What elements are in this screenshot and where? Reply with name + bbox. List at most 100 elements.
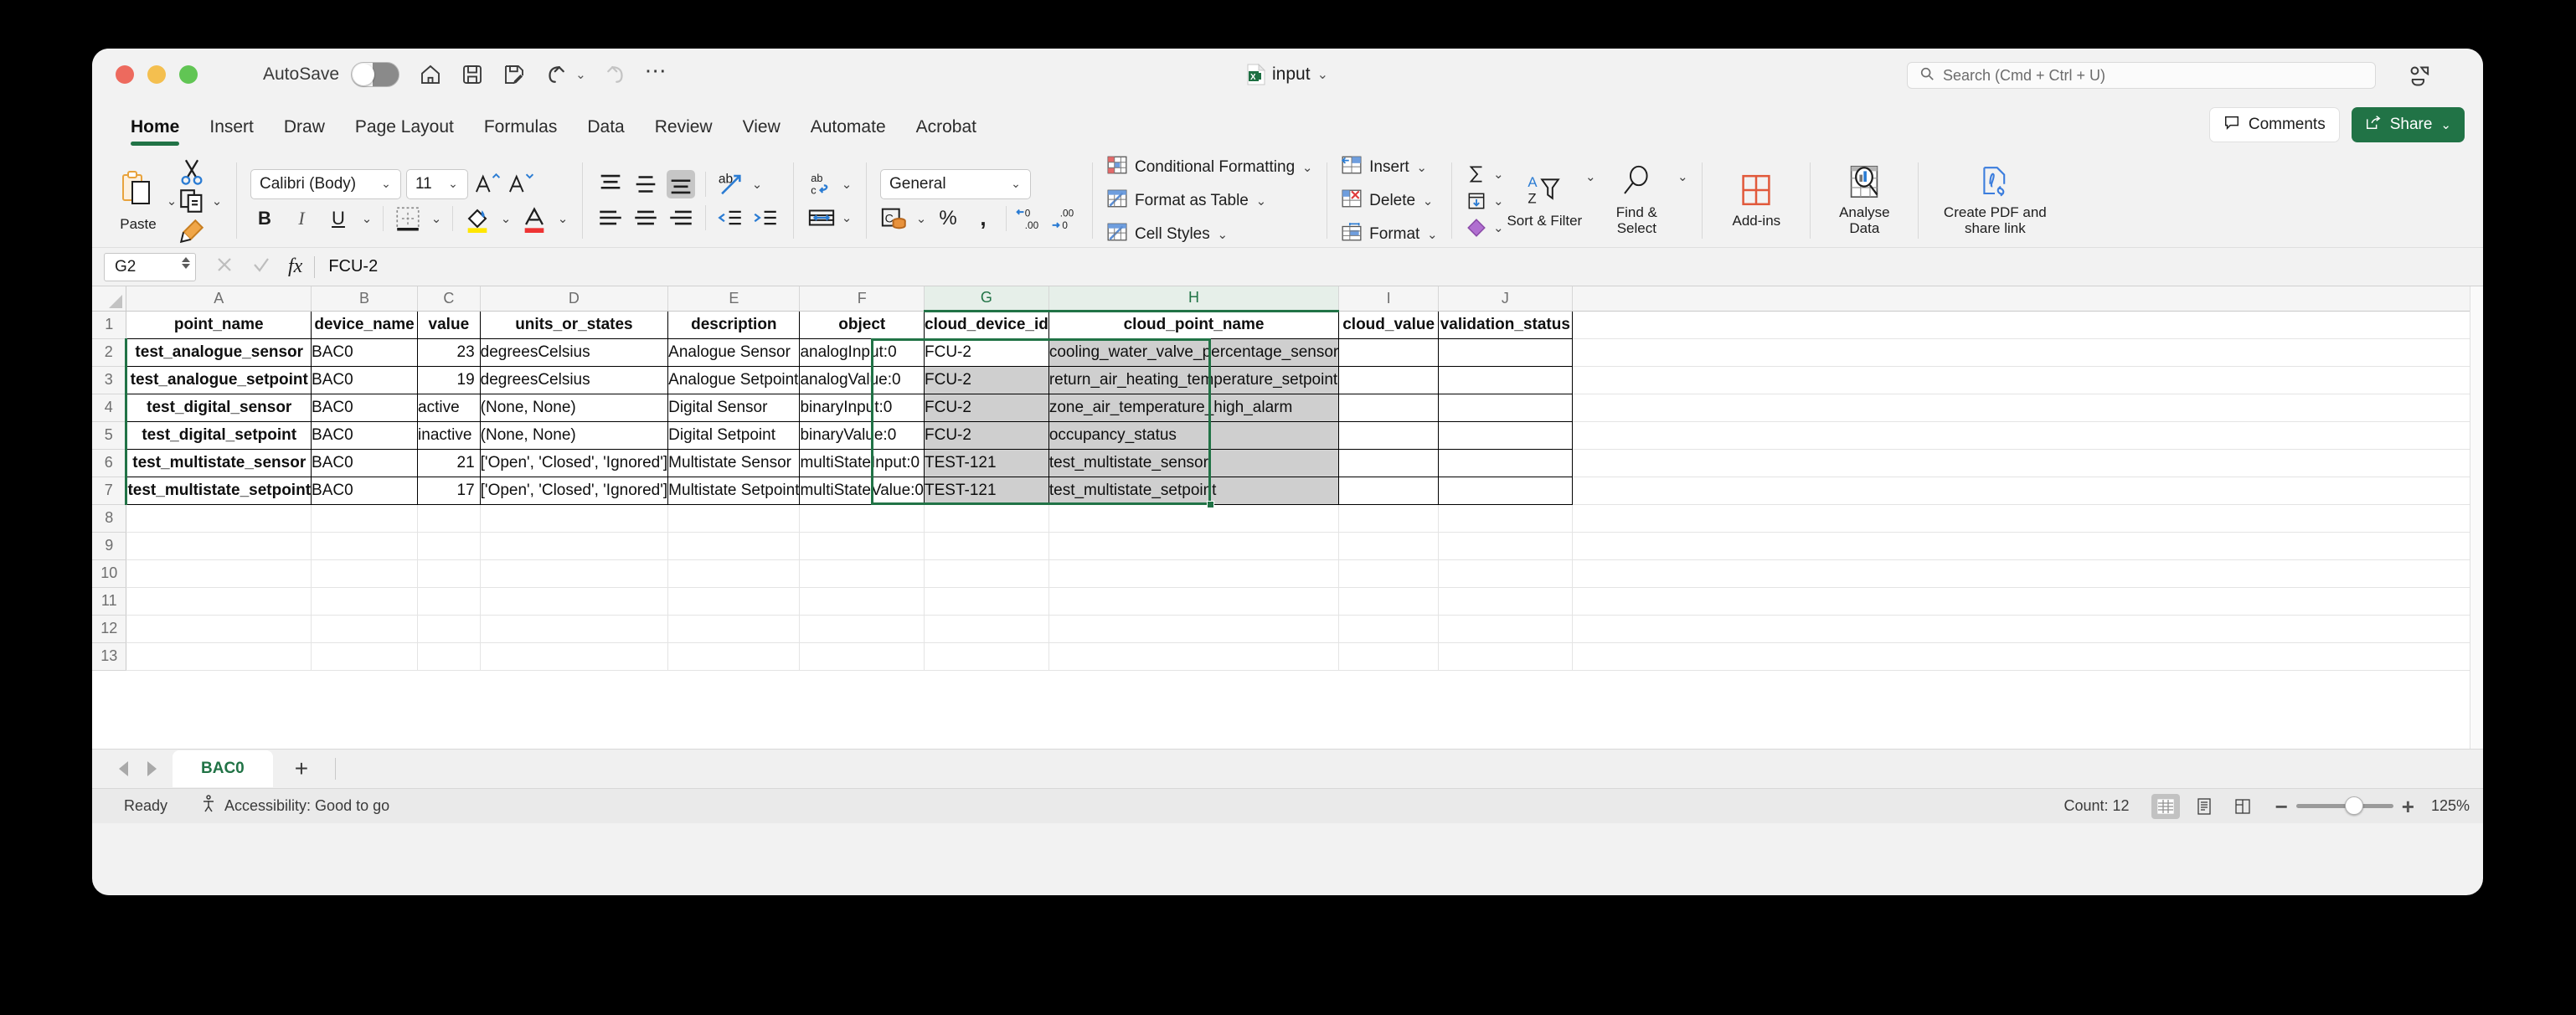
add-sheet-button[interactable]: +	[276, 757, 327, 781]
cell-c7[interactable]: 17	[417, 476, 481, 505]
cell-e12[interactable]	[667, 615, 801, 643]
cell-i12[interactable]	[1338, 615, 1440, 643]
column-header-e[interactable]: E	[667, 286, 801, 312]
cell-i10[interactable]	[1338, 559, 1440, 588]
chevron-down-icon[interactable]: ⌄	[1301, 160, 1313, 175]
cell-k8[interactable]	[1572, 504, 2483, 533]
cell-k3[interactable]	[1572, 366, 2483, 394]
cell-f12[interactable]	[799, 615, 925, 643]
cell-h12[interactable]	[1048, 615, 1340, 643]
fill-color-dropdown-caret[interactable]: ⌄	[500, 211, 512, 226]
row-header-12[interactable]: 12	[92, 615, 127, 643]
cell-c5[interactable]: inactive	[417, 420, 481, 450]
accessibility-status[interactable]: Accessibility: Good to go	[201, 795, 389, 817]
row-header-6[interactable]: 6	[92, 449, 128, 477]
cell-k2[interactable]	[1572, 338, 2483, 367]
page-layout-view-icon[interactable]	[2190, 794, 2218, 819]
cell-d13[interactable]	[480, 642, 669, 671]
cell-g2[interactable]: FCU-2	[924, 337, 1049, 367]
paste-dropdown-caret[interactable]: ⌄	[166, 193, 178, 209]
column-header-g[interactable]: G	[924, 286, 1049, 312]
cell-i11[interactable]	[1338, 587, 1440, 616]
cell-b10[interactable]	[311, 559, 419, 588]
cell-a9[interactable]	[126, 532, 312, 560]
minimize-window-button[interactable]	[147, 65, 166, 84]
cell-i7[interactable]	[1338, 476, 1440, 505]
increase-font-size-icon[interactable]	[473, 170, 502, 198]
format-as-table-button[interactable]: Format as Table ⌄	[1106, 188, 1313, 214]
cell-b9[interactable]	[311, 532, 419, 560]
cell-b5[interactable]: BAC0	[311, 420, 419, 450]
row-header-4[interactable]: 4	[92, 394, 128, 422]
comma-format-icon[interactable]: ,	[969, 204, 997, 233]
number-format-select[interactable]: General ⌄	[880, 168, 1031, 199]
sort-filter-button[interactable]: AZ Sort & Filter	[1504, 173, 1584, 229]
cell-g5[interactable]: FCU-2	[924, 420, 1049, 450]
wrap-text-dropdown-caret[interactable]: ⌄	[841, 177, 853, 192]
accounting-dropdown-caret[interactable]: ⌄	[915, 211, 927, 226]
zoom-level-label[interactable]: 125%	[2431, 797, 2470, 815]
cell-b8[interactable]	[311, 504, 419, 533]
cell-i3[interactable]	[1338, 365, 1440, 394]
decrease-decimal-icon[interactable]: .00 0	[1050, 204, 1079, 233]
cell-a12[interactable]	[126, 615, 312, 643]
chevron-down-icon[interactable]: ⌄	[1255, 193, 1267, 209]
tab-formulas[interactable]: Formulas	[469, 117, 573, 149]
cell-h6[interactable]: test_multistate_sensor	[1048, 448, 1340, 477]
font-color-dropdown-caret[interactable]: ⌄	[557, 211, 569, 226]
zoom-out-button[interactable]: −	[2275, 796, 2288, 817]
select-all-corner[interactable]	[92, 286, 127, 312]
cell-j5[interactable]	[1438, 420, 1573, 450]
cell-f1[interactable]: object	[799, 310, 925, 339]
column-header-j[interactable]: J	[1438, 286, 1573, 312]
cell-a11[interactable]	[126, 587, 312, 616]
orientation-dropdown-caret[interactable]: ⌄	[751, 177, 763, 192]
name-box-spinner[interactable]	[182, 256, 190, 269]
font-color-icon[interactable]	[520, 204, 549, 233]
cell-b3[interactable]: BAC0	[311, 365, 419, 394]
column-header-c[interactable]: C	[417, 286, 481, 312]
autosave-toggle[interactable]	[351, 62, 400, 87]
cell-k4[interactable]	[1572, 394, 2483, 422]
column-header-i[interactable]: I	[1338, 286, 1440, 312]
cell-g4[interactable]: FCU-2	[924, 393, 1049, 422]
formula-input[interactable]: FCU-2	[315, 257, 2483, 276]
align-center-icon[interactable]	[631, 204, 660, 232]
cell-c9[interactable]	[417, 532, 481, 560]
tab-view[interactable]: View	[728, 117, 796, 149]
row-header-7[interactable]: 7	[92, 477, 128, 505]
cell-h8[interactable]	[1048, 504, 1340, 533]
cell-i5[interactable]	[1338, 420, 1440, 450]
cell-e8[interactable]	[667, 504, 801, 533]
cut-icon[interactable]	[178, 157, 206, 185]
cell-e6[interactable]: Multistate Sensor	[667, 448, 801, 477]
cell-d8[interactable]	[480, 504, 669, 533]
cell-g1[interactable]: cloud_device_id	[924, 310, 1049, 339]
cell-j1[interactable]: validation_status	[1438, 310, 1573, 339]
cell-d10[interactable]	[480, 559, 669, 588]
cell-f4[interactable]: binaryInput:0	[799, 393, 925, 422]
wrap-text-icon[interactable]: ab c	[807, 170, 836, 198]
more-icon[interactable]: ⋯	[645, 59, 668, 83]
cell-h9[interactable]	[1048, 532, 1340, 560]
row-header-5[interactable]: 5	[92, 421, 128, 450]
analyse-data-button[interactable]: Analyse Data	[1824, 164, 1904, 236]
cell-i2[interactable]	[1338, 337, 1440, 367]
zoom-in-button[interactable]: +	[2402, 796, 2414, 817]
cell-i6[interactable]	[1338, 448, 1440, 477]
cell-c10[interactable]	[417, 559, 481, 588]
column-header-f[interactable]: F	[799, 286, 925, 312]
cell-a6[interactable]: test_multistate_sensor	[126, 448, 312, 477]
confirm-icon[interactable]	[251, 255, 271, 279]
page-break-view-icon[interactable]	[2228, 794, 2257, 819]
maximize-window-button[interactable]	[179, 65, 198, 84]
normal-view-icon[interactable]	[2151, 793, 2180, 819]
decrease-indent-icon[interactable]	[716, 204, 744, 232]
cell-d12[interactable]	[480, 615, 669, 643]
cell-h4[interactable]: zone_air_temperature_high_alarm	[1048, 393, 1340, 422]
align-bottom-icon[interactable]	[667, 169, 695, 198]
delete-cells-button[interactable]: Delete ⌄	[1341, 188, 1438, 214]
cell-a7[interactable]: test_multistate_setpoint	[126, 476, 312, 505]
cell-j2[interactable]	[1438, 337, 1573, 367]
cell-h5[interactable]: occupancy_status	[1048, 420, 1340, 450]
